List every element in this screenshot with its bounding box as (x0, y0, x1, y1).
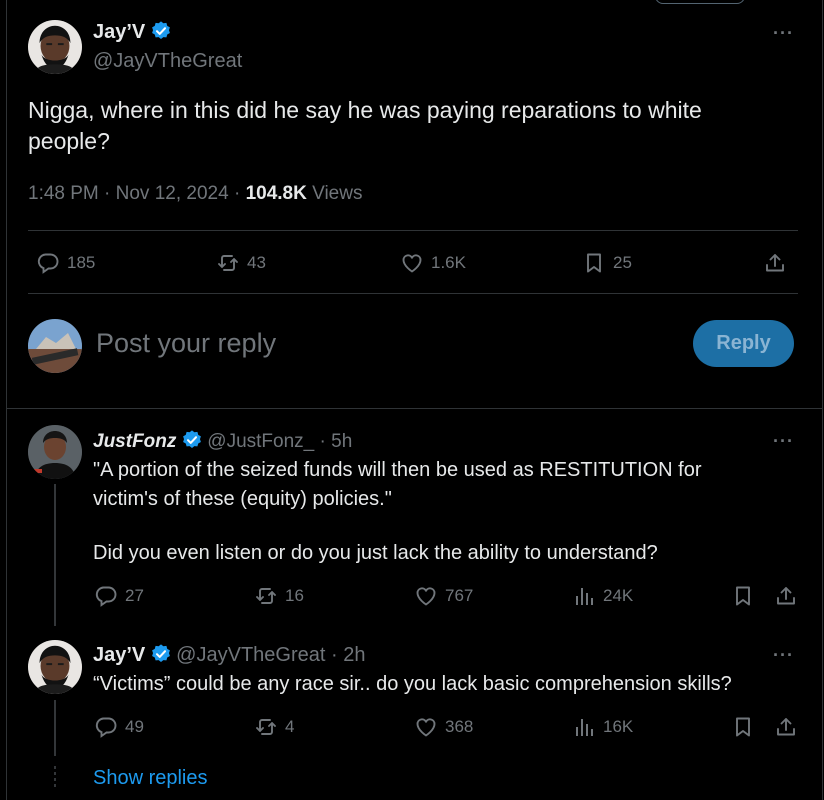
verified-badge-icon (181, 429, 203, 451)
repost-count: 4 (285, 717, 295, 736)
show-replies-link[interactable]: Show replies (93, 767, 208, 790)
reply-header: Jay’V @JayVTheGreat · 2h (93, 643, 365, 667)
reply-text-line: victim's of these (equity) policies." (93, 488, 392, 510)
reply-icon (36, 251, 60, 275)
bookmark-action[interactable] (731, 584, 755, 608)
bookmark-icon (731, 584, 755, 608)
bookmark-action[interactable] (731, 715, 755, 739)
reply-input[interactable]: Post your reply (96, 328, 276, 359)
reply-author-name[interactable]: JustFonz (93, 431, 176, 452)
like-action[interactable]: 368 (414, 715, 473, 739)
thread-dots (54, 766, 56, 790)
bookmark-action[interactable]: 25 (582, 251, 632, 275)
reply-text: “Victims” could be any race sir.. do you… (93, 673, 732, 695)
repost-count: 16 (285, 586, 304, 605)
divider (6, 408, 822, 409)
bookmark-count: 25 (613, 253, 632, 272)
reply-count: 49 (125, 717, 144, 736)
reply-avatar-image (28, 640, 82, 694)
like-action[interactable]: 767 (414, 584, 473, 608)
reply-header: JustFonz @JustFonz_ · 5h (93, 429, 352, 453)
like-count: 1.6K (431, 253, 466, 272)
bookmark-icon (731, 715, 755, 739)
reply-action[interactable]: 49 (94, 715, 144, 739)
reply-count: 185 (67, 253, 96, 272)
reply-text-line: Did you even listen or do you just lack … (93, 542, 658, 564)
repost-action[interactable]: 4 (254, 715, 294, 739)
like-icon (414, 715, 438, 739)
thread-line (54, 484, 56, 626)
repost-icon (254, 715, 278, 739)
repost-action[interactable]: 16 (254, 584, 304, 608)
frame-left-border (6, 0, 7, 800)
more-options-icon[interactable]: ··· (773, 431, 794, 452)
repost-icon (254, 584, 278, 608)
follow-button-edge[interactable] (655, 0, 745, 4)
like-icon (414, 584, 438, 608)
reply-text-line: "A portion of the seized funds will then… (93, 459, 702, 481)
views-icon (572, 715, 596, 739)
verified-badge-icon (150, 643, 172, 665)
reply-author-handle[interactable]: @JustFonz_ · 5h (207, 431, 352, 452)
like-action[interactable]: 1.6K (400, 251, 466, 275)
more-options-icon[interactable]: ··· (773, 645, 794, 666)
reply-button[interactable]: Reply (693, 320, 794, 367)
reply-icon (94, 715, 118, 739)
thread-line (54, 700, 56, 756)
like-count: 767 (445, 586, 474, 605)
reply-icon (94, 584, 118, 608)
views-count: 24K (603, 586, 634, 605)
repost-icon (216, 251, 240, 275)
verified-badge-icon (150, 20, 172, 42)
views-action[interactable]: 16K (572, 715, 633, 739)
my-avatar[interactable] (28, 319, 82, 373)
like-icon (400, 251, 424, 275)
reply-author-handle[interactable]: @JayVTheGreat · 2h (176, 644, 365, 666)
views-action[interactable]: 24K (572, 584, 633, 608)
reply-avatar-image (28, 425, 82, 479)
views-icon (572, 584, 596, 608)
author-name-row[interactable]: Jay’V (93, 20, 172, 44)
views-label: Views (306, 183, 363, 204)
divider (28, 230, 798, 231)
share-action[interactable] (774, 715, 798, 739)
more-options-icon[interactable]: ··· (773, 23, 794, 44)
post-text: Nigga, where in this did he say he was p… (28, 97, 702, 154)
repost-action[interactable]: 43 (216, 251, 266, 275)
author-handle[interactable]: @JayVTheGreat (93, 50, 242, 73)
repost-count: 43 (247, 253, 266, 272)
share-icon (774, 584, 798, 608)
author-avatar[interactable] (28, 20, 82, 74)
divider (28, 293, 798, 294)
avatar-image (28, 20, 82, 74)
share-action[interactable] (774, 584, 798, 608)
reply-author-name[interactable]: Jay’V (93, 644, 145, 666)
reply-action[interactable]: 185 (36, 251, 95, 275)
reply-action[interactable]: 27 (94, 584, 144, 608)
like-count: 368 (445, 717, 474, 736)
share-action[interactable] (763, 251, 787, 275)
reply-count: 27 (125, 586, 144, 605)
views-count: 16K (603, 717, 634, 736)
reply-text: "A portion of the seized funds will then… (93, 456, 793, 568)
reply-avatar[interactable] (28, 640, 82, 694)
post-timestamp[interactable]: 1:48 PM · Nov 12, 2024 · (28, 183, 246, 204)
share-icon (774, 715, 798, 739)
reply-avatar[interactable] (28, 425, 82, 479)
author-name[interactable]: Jay’V (93, 21, 145, 43)
frame-right-border (822, 0, 823, 800)
share-icon (763, 251, 787, 275)
my-avatar-image (28, 319, 82, 373)
views-count: 104.8K (245, 183, 307, 204)
bookmark-icon (582, 251, 606, 275)
post-meta: 1:48 PM · Nov 12, 2024 · 104.8K Views (28, 183, 362, 205)
